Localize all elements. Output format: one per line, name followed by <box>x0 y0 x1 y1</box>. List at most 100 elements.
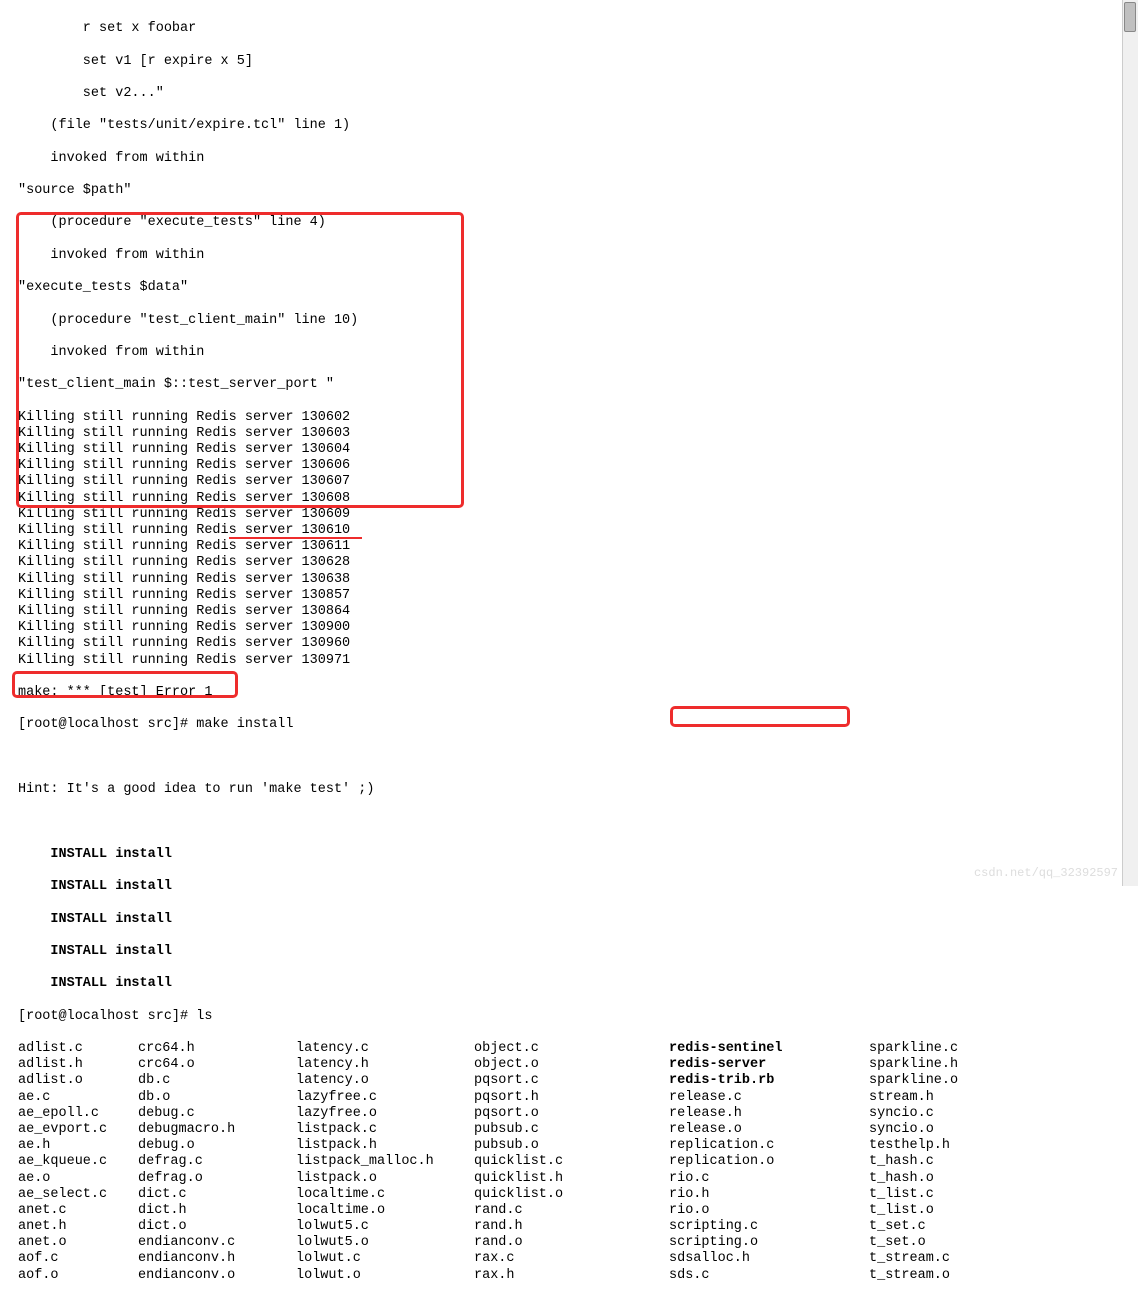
file-item: rax.c <box>474 1251 669 1267</box>
file-item: t_hash.o <box>869 1171 999 1187</box>
file-item: adlist.o <box>18 1073 138 1089</box>
prompt-ls: [root@localhost src]# ls <box>18 1009 1120 1025</box>
file-item: sparkline.h <box>869 1057 999 1073</box>
file-item: listpack_malloc.h <box>296 1154 474 1170</box>
file-item: release.h <box>669 1106 869 1122</box>
file-item: scripting.c <box>669 1219 869 1235</box>
kill-line: Killing still running Redis server 13086… <box>18 604 1120 620</box>
file-item: t_hash.c <box>869 1154 999 1170</box>
trace-line: invoked from within <box>18 248 1120 264</box>
file-item: pubsub.o <box>474 1138 669 1154</box>
file-item: object.o <box>474 1057 669 1073</box>
file-item: adlist.c <box>18 1041 138 1057</box>
file-item: listpack.h <box>296 1138 474 1154</box>
file-item: aof.o <box>18 1268 138 1284</box>
kill-line: Killing still running Redis server 13060… <box>18 458 1120 474</box>
file-item: crc64.o <box>138 1057 296 1073</box>
file-item: pqsort.o <box>474 1106 669 1122</box>
file-item: t_stream.o <box>869 1268 999 1284</box>
scrollbar-track[interactable] <box>1122 0 1138 886</box>
file-item: endianconv.c <box>138 1235 296 1251</box>
trace-line: (procedure "test_client_main" line 10) <box>18 313 1120 329</box>
file-item: sdsalloc.h <box>669 1251 869 1267</box>
file-item: rand.o <box>474 1235 669 1251</box>
trace-line: set v2..." <box>18 86 1120 102</box>
file-item: object.c <box>474 1041 669 1057</box>
install-line: INSTALL install <box>18 879 1120 895</box>
trace-line: set v1 [r expire x 5] <box>18 54 1120 70</box>
file-item: dict.c <box>138 1187 296 1203</box>
kill-line: Killing still running Redis server 13090… <box>18 620 1120 636</box>
file-item: db.o <box>138 1090 296 1106</box>
kill-line: Killing still running Redis server 13061… <box>18 523 1120 539</box>
file-item: rand.h <box>474 1219 669 1235</box>
file-item: debug.c <box>138 1106 296 1122</box>
file-item: t_list.o <box>869 1203 999 1219</box>
file-item: release.c <box>669 1090 869 1106</box>
file-item: defrag.o <box>138 1171 296 1187</box>
file-item: syncio.c <box>869 1106 999 1122</box>
trace-line: (file "tests/unit/expire.tcl" line 1) <box>18 118 1120 134</box>
file-item: anet.c <box>18 1203 138 1219</box>
file-item: endianconv.h <box>138 1251 296 1267</box>
file-item: pubsub.c <box>474 1122 669 1138</box>
kill-line: Killing still running Redis server 13061… <box>18 539 1120 555</box>
file-item: t_stream.c <box>869 1251 999 1267</box>
file-item: replication.c <box>669 1138 869 1154</box>
file-item: anet.o <box>18 1235 138 1251</box>
kill-line: Killing still running Redis server 13060… <box>18 507 1120 523</box>
file-item: t_set.c <box>869 1219 999 1235</box>
kill-line: Killing still running Redis server 13063… <box>18 572 1120 588</box>
file-item: defrag.c <box>138 1154 296 1170</box>
file-item: lazyfree.o <box>296 1106 474 1122</box>
file-item: localtime.o <box>296 1203 474 1219</box>
file-item: lolwut.o <box>296 1268 474 1284</box>
file-item: localtime.c <box>296 1187 474 1203</box>
file-item: ae_epoll.c <box>18 1106 138 1122</box>
file-item: lolwut5.o <box>296 1235 474 1251</box>
file-item: crc64.h <box>138 1041 296 1057</box>
blank-line <box>18 814 1120 830</box>
install-line: INSTALL install <box>18 847 1120 863</box>
file-item: syncio.o <box>869 1122 999 1138</box>
kill-line: Killing still running Redis server 13060… <box>18 410 1120 426</box>
file-item: rio.o <box>669 1203 869 1219</box>
file-item: rio.c <box>669 1171 869 1187</box>
file-item: quicklist.c <box>474 1154 669 1170</box>
kill-line: Killing still running Redis server 13097… <box>18 653 1120 669</box>
file-item: pqsort.h <box>474 1090 669 1106</box>
file-item: sparkline.o <box>869 1073 999 1089</box>
kill-line: Killing still running Redis server 13060… <box>18 474 1120 490</box>
file-item: anet.h <box>18 1219 138 1235</box>
install-line: INSTALL install <box>18 912 1120 928</box>
file-item: redis-trib.rb <box>669 1073 869 1089</box>
file-item: release.o <box>669 1122 869 1138</box>
scrollbar-thumb[interactable] <box>1124 2 1136 32</box>
file-item: listpack.o <box>296 1171 474 1187</box>
file-item: debugmacro.h <box>138 1122 296 1138</box>
file-item: quicklist.o <box>474 1187 669 1203</box>
file-item: ae.h <box>18 1138 138 1154</box>
file-item: ae.c <box>18 1090 138 1106</box>
trace-line: invoked from within <box>18 151 1120 167</box>
file-item: lolwut.c <box>296 1251 474 1267</box>
trace-line: "test_client_main $::test_server_port " <box>18 377 1120 393</box>
file-item: latency.o <box>296 1073 474 1089</box>
file-item: redis-sentinel <box>669 1041 869 1057</box>
file-item: lazyfree.c <box>296 1090 474 1106</box>
file-item: ae_evport.c <box>18 1122 138 1138</box>
kill-line: Killing still running Redis server 13062… <box>18 555 1120 571</box>
file-item: db.c <box>138 1073 296 1089</box>
file-item: t_list.c <box>869 1187 999 1203</box>
trace-line: "source $path" <box>18 183 1120 199</box>
file-item: stream.h <box>869 1090 999 1106</box>
prompt-make-install: [root@localhost src]# make install <box>18 717 1120 733</box>
file-item: redis-server <box>669 1057 869 1073</box>
kill-line: Killing still running Redis server 13085… <box>18 588 1120 604</box>
file-item: ae_select.c <box>18 1187 138 1203</box>
file-item: lolwut5.c <box>296 1219 474 1235</box>
file-item: adlist.h <box>18 1057 138 1073</box>
killing-block: Killing still running Redis server 13060… <box>18 410 1120 669</box>
trace-line: invoked from within <box>18 345 1120 361</box>
terminal-output[interactable]: r set x foobar set v1 [r expire x 5] set… <box>0 0 1138 1305</box>
